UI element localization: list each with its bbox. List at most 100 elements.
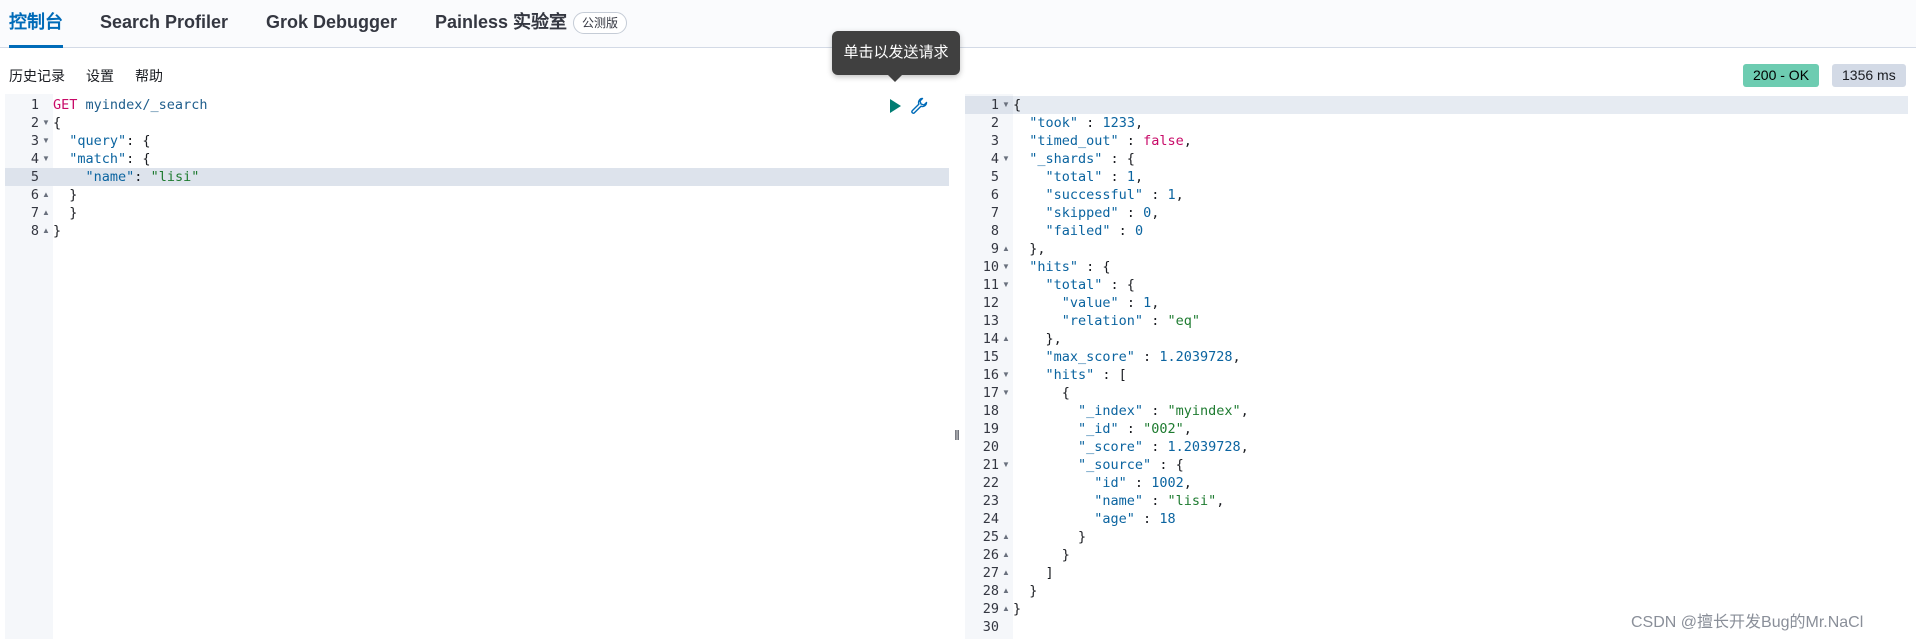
code-line[interactable]: "name" : "lisi", bbox=[1013, 492, 1224, 510]
line-number: 6 bbox=[30, 187, 39, 203]
response-code-area[interactable]: { "took" : 1233, "timed_out" : false, "_… bbox=[1013, 94, 1908, 639]
line-number: 5 bbox=[30, 169, 39, 185]
code-line[interactable]: "took" : 1233, bbox=[1013, 114, 1143, 132]
tab-painless-lab-label: Painless 实验室 bbox=[435, 12, 568, 32]
send-request-tooltip: 单击以发送请求 bbox=[832, 31, 960, 82]
fold-toggle-icon[interactable]: ▲ bbox=[41, 204, 51, 222]
fold-toggle-icon[interactable]: ▼ bbox=[1001, 150, 1011, 168]
fold-toggle-icon[interactable]: ▲ bbox=[1001, 600, 1011, 618]
code-line[interactable]: } bbox=[53, 186, 77, 204]
request-editor[interactable]: 1 2 ▼ 3 ▼ 4 ▼ 5 6 ▲ 7 ▲ 8 ▲ GET myindex/_search{ "que… bbox=[5, 94, 949, 639]
line-number: 18 bbox=[982, 403, 999, 419]
fold-toggle-icon[interactable]: ▼ bbox=[41, 150, 51, 168]
code-line[interactable]: "total" : 1, bbox=[1013, 168, 1144, 186]
tab-painless-lab[interactable]: Painless 实验室 公测版 bbox=[435, 0, 628, 48]
tab-console[interactable]: 控制台 bbox=[9, 0, 63, 48]
fold-toggle-icon[interactable]: ▲ bbox=[1001, 528, 1011, 546]
code-line[interactable]: "failed" : 0 bbox=[1013, 222, 1144, 240]
menu-history[interactable]: 历史记录 bbox=[9, 64, 65, 88]
line-number: 1 bbox=[30, 97, 39, 113]
line-number: 3 bbox=[30, 133, 39, 149]
fold-toggle-icon[interactable]: ▲ bbox=[1001, 240, 1011, 258]
code-line[interactable]: { bbox=[1013, 384, 1070, 402]
menu-help[interactable]: 帮助 bbox=[135, 64, 163, 88]
tab-grok-debugger[interactable]: Grok Debugger bbox=[266, 0, 397, 48]
play-icon[interactable] bbox=[887, 98, 903, 114]
code-line[interactable]: }, bbox=[1013, 240, 1045, 258]
code-line[interactable]: } bbox=[53, 204, 77, 222]
code-line[interactable]: "name": "lisi" bbox=[53, 168, 200, 186]
line-number: 11 bbox=[982, 277, 999, 293]
line-number: 5 bbox=[990, 169, 999, 185]
line-number: 28 bbox=[982, 583, 999, 599]
request-line[interactable]: GET myindex/_search bbox=[53, 96, 207, 114]
code-line[interactable]: } bbox=[1013, 600, 1021, 618]
line-number: 26 bbox=[982, 547, 999, 563]
code-line[interactable]: { bbox=[53, 114, 61, 132]
code-line[interactable]: "_shards" : { bbox=[1013, 150, 1135, 168]
fold-toggle-icon[interactable]: ▼ bbox=[1001, 456, 1011, 474]
fold-toggle-icon[interactable]: ▲ bbox=[1001, 564, 1011, 582]
fold-toggle-icon[interactable]: ▼ bbox=[1001, 384, 1011, 402]
http-method: GET bbox=[53, 97, 78, 113]
fold-toggle-icon[interactable]: ▼ bbox=[41, 132, 51, 150]
fold-toggle-icon[interactable]: ▲ bbox=[41, 222, 51, 240]
code-line[interactable]: "query": { bbox=[53, 132, 150, 150]
line-number: 27 bbox=[982, 565, 999, 581]
fold-toggle-icon[interactable]: ▼ bbox=[1001, 276, 1011, 294]
code-line[interactable]: "hits" : { bbox=[1013, 258, 1110, 276]
fold-toggle-icon[interactable]: ▼ bbox=[41, 114, 51, 132]
fold-toggle-icon[interactable]: ▼ bbox=[1001, 96, 1011, 114]
line-number: 17 bbox=[982, 385, 999, 401]
line-number: 8 bbox=[990, 223, 999, 239]
line-number: 7 bbox=[990, 205, 999, 221]
watermark: CSDN @擅长开发Bug的Mr.NaCl bbox=[1631, 614, 1864, 631]
request-code-area[interactable]: GET myindex/_search{ "query": { "match":… bbox=[53, 94, 949, 639]
line-number: 2 bbox=[990, 115, 999, 131]
code-line[interactable]: }, bbox=[1013, 330, 1062, 348]
code-line[interactable]: "_index" : "myindex", bbox=[1013, 402, 1249, 420]
fold-toggle-icon[interactable]: ▼ bbox=[1001, 258, 1011, 276]
code-line[interactable]: "timed_out" : false, bbox=[1013, 132, 1192, 150]
code-line[interactable]: } bbox=[1013, 528, 1086, 546]
code-line[interactable]: "_source" : { bbox=[1013, 456, 1184, 474]
code-line[interactable]: "id" : 1002, bbox=[1013, 474, 1192, 492]
fold-toggle-icon[interactable]: ▲ bbox=[1001, 546, 1011, 564]
code-line[interactable]: "total" : { bbox=[1013, 276, 1135, 294]
response-viewer[interactable]: 1 ▼ 2 3 4 ▼ 5 6 7 8 9 ▲ 10 ▼ 11 ▼ 12 13 14 ▲ 15 16 ▼ 17 ▼ 18 19 20 2… bbox=[965, 94, 1908, 639]
beta-badge: 公测版 bbox=[573, 12, 628, 35]
code-line[interactable]: "_id" : "002", bbox=[1013, 420, 1192, 438]
fold-toggle-icon[interactable]: ▲ bbox=[1001, 330, 1011, 348]
code-line[interactable]: "skipped" : 0, bbox=[1013, 204, 1160, 222]
fold-toggle-icon[interactable]: ▲ bbox=[41, 186, 51, 204]
menu-settings[interactable]: 设置 bbox=[86, 64, 114, 88]
code-line[interactable]: "_score" : 1.2039728, bbox=[1013, 438, 1249, 456]
code-line[interactable]: "age" : 18 bbox=[1013, 510, 1175, 528]
request-path: myindex/_search bbox=[85, 97, 208, 113]
line-number: 19 bbox=[982, 421, 999, 437]
wrench-icon[interactable] bbox=[910, 97, 928, 115]
code-line[interactable]: "value" : 1, bbox=[1013, 294, 1160, 312]
code-line[interactable]: "max_score" : 1.2039728, bbox=[1013, 348, 1241, 366]
code-line[interactable]: "match": { bbox=[53, 150, 150, 168]
fold-toggle-icon[interactable]: ▼ bbox=[1001, 366, 1011, 384]
code-line[interactable]: ] bbox=[1013, 564, 1054, 582]
code-line[interactable]: "hits" : [ bbox=[1013, 366, 1127, 384]
line-number: 12 bbox=[982, 295, 999, 311]
fold-toggle-icon[interactable]: ▲ bbox=[1001, 582, 1011, 600]
code-line[interactable]: "successful" : 1, bbox=[1013, 186, 1184, 204]
line-number: 22 bbox=[982, 475, 999, 491]
code-line[interactable]: { bbox=[1013, 96, 1021, 114]
line-number: 21 bbox=[982, 457, 999, 473]
code-line[interactable]: } bbox=[53, 222, 61, 240]
line-number: 1 bbox=[990, 97, 999, 113]
line-number: 6 bbox=[990, 187, 999, 203]
tab-search-profiler[interactable]: Search Profiler bbox=[100, 0, 228, 48]
code-line[interactable]: } bbox=[1013, 546, 1070, 564]
code-line[interactable]: "relation" : "eq" bbox=[1013, 312, 1200, 330]
status-code-badge: 200 - OK bbox=[1743, 64, 1820, 87]
code-line[interactable]: } bbox=[1013, 582, 1037, 600]
line-number: 4 bbox=[30, 151, 39, 167]
resize-handle-icon[interactable]: ‖ bbox=[952, 425, 962, 445]
line-number: 10 bbox=[982, 259, 999, 275]
